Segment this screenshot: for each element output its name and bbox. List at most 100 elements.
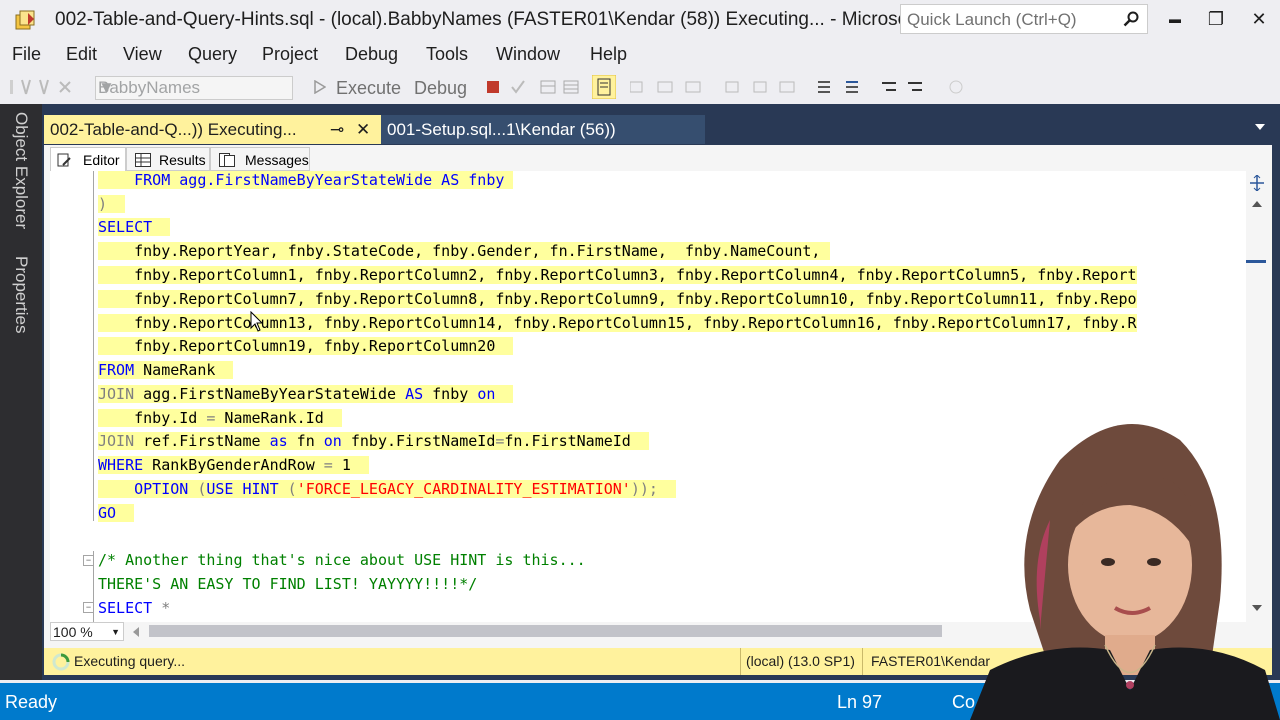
code-line-12: JOIN ref.FirstName as fn on fnby.FirstNa…	[98, 429, 649, 453]
code-line-8: fnby.ReportColumn19, fnby.ReportColumn20	[98, 334, 514, 358]
code-line-9: FROM NameRank	[98, 358, 234, 382]
code-token: )	[98, 195, 108, 213]
code-token: fnby.ReportColumn7, fnby.ReportColumn8, …	[134, 290, 1137, 308]
subtab-editor-label: Editor	[83, 152, 120, 168]
chevron-down-icon: ▼	[111, 627, 120, 637]
code-token: NameRank.Id	[215, 409, 324, 427]
subtab-results[interactable]: Results	[126, 147, 210, 171]
execute-button[interactable]: Execute	[336, 78, 401, 99]
menu-file[interactable]: File	[12, 44, 41, 65]
code-token: as	[269, 432, 288, 450]
zoom-value: 100 %	[53, 624, 93, 640]
database-select[interactable]: BabbyNames ▼	[95, 76, 293, 100]
code-token: fnby	[423, 385, 478, 403]
code-token: fnby.FirstNameId	[341, 432, 496, 450]
toolbar-formatting-icons	[630, 80, 963, 94]
toolbar-disabled-icons	[10, 79, 71, 95]
left-dock: Object Explorer Properties	[0, 104, 42, 680]
menu-debug[interactable]: Debug	[345, 44, 398, 65]
code-token: 1	[332, 456, 351, 474]
code-token: NameRank	[134, 361, 216, 379]
menu-window[interactable]: Window	[496, 44, 560, 65]
split-icon[interactable]	[1249, 175, 1265, 191]
messages-icon	[219, 153, 235, 167]
code-token: JOIN	[98, 432, 135, 450]
code-token: FROM	[98, 361, 135, 379]
code-token: fnby.ReportColumn1, fnby.ReportColumn2, …	[134, 266, 1137, 284]
code-line-1: FROM agg.FirstNameByYearStateWide AS fnb…	[98, 171, 514, 192]
debug-button[interactable]: Debug	[414, 78, 467, 99]
subtab-results-label: Results	[159, 152, 206, 168]
code-line-14: OPTION (USE HINT ('FORCE_LEGACY_CARDINAL…	[98, 477, 676, 501]
code-token: (	[188, 480, 207, 498]
menu-query[interactable]: Query	[188, 44, 237, 65]
subtab-messages-label: Messages	[245, 152, 309, 168]
menu-view[interactable]: View	[123, 44, 162, 65]
code-line-15: GO	[98, 501, 135, 525]
code-line-18: SELECT *	[98, 596, 170, 620]
code-token: SELECT	[98, 218, 153, 236]
scroll-left-icon[interactable]	[133, 627, 139, 637]
code-token: GO	[98, 504, 117, 522]
tab-setup[interactable]: 001-Setup.sql...1\Kendar (56))	[381, 115, 705, 144]
code-line-16: /* Another thing that's nice about USE H…	[98, 548, 586, 572]
subtab-messages[interactable]: Messages	[210, 147, 310, 171]
code-token: fnby.Id	[134, 409, 207, 427]
menu-help[interactable]: Help	[590, 44, 627, 65]
scroll-marker	[1246, 260, 1266, 263]
stop-icon[interactable]	[487, 81, 499, 93]
collapse-icon[interactable]: −	[83, 555, 94, 566]
tab-table-and-query-hints[interactable]: 002-Table-and-Q...)) Executing... ⊸ ✕	[44, 115, 384, 144]
tab-label: 001-Setup.sql...1\Kendar (56))	[387, 120, 616, 139]
status-line: Ln 97	[837, 692, 883, 712]
code-token: USE HINT	[206, 480, 279, 498]
scroll-up-icon[interactable]	[1252, 201, 1262, 207]
object-explorer-tab[interactable]: Object Explorer	[11, 112, 31, 229]
close-button[interactable]: ✕	[1242, 6, 1276, 32]
quick-launch-input[interactable]: Quick Launch (Ctrl+Q)	[900, 4, 1148, 34]
code-token: fnby.ReportColumn13, fnby.ReportColumn14…	[134, 314, 1137, 332]
horizontal-scroll-thumb[interactable]	[149, 625, 942, 637]
collapse-icon[interactable]: −	[83, 602, 94, 613]
code-line-5: fnby.ReportColumn1, fnby.ReportColumn2, …	[98, 263, 1137, 287]
code-line-11: fnby.Id = NameRank.Id	[98, 406, 342, 430]
code-token: =	[323, 456, 333, 474]
editor-icon	[57, 153, 71, 167]
window-title: 002-Table-and-Query-Hints.sql - (local).…	[55, 9, 925, 30]
presenter-video-overlay	[970, 424, 1280, 720]
code-line-13: WHERE RankByGenderAndRow = 1	[98, 453, 369, 477]
check-icon[interactable]	[510, 79, 526, 95]
chevron-down-icon: ▼	[98, 78, 115, 97]
menu-edit[interactable]: Edit	[66, 44, 97, 65]
code-token: ref.FirstName	[134, 432, 270, 450]
play-icon	[314, 80, 326, 94]
restore-button[interactable]: ❐	[1199, 6, 1233, 32]
zoom-select[interactable]: 100 % ▼	[50, 622, 124, 641]
menu-bar: File Edit View Query Project Debug Tools…	[0, 40, 1280, 70]
ssms-app-icon	[15, 10, 35, 30]
code-line-10: JOIN agg.FirstNameByYearStateWide AS fnb…	[98, 382, 514, 406]
code-line-6: fnby.ReportColumn7, fnby.ReportColumn8, …	[98, 287, 1137, 311]
code-token: (	[278, 480, 297, 498]
close-tab-icon[interactable]: ✕	[356, 115, 370, 144]
menu-tools[interactable]: Tools	[426, 44, 468, 65]
subtab-editor[interactable]: Editor	[50, 147, 126, 171]
minimize-button[interactable]: ▬	[1158, 6, 1192, 32]
divider	[740, 648, 741, 675]
code-token: fnby.ReportColumn19, fnby.ReportColumn20	[134, 337, 496, 355]
menu-project[interactable]: Project	[262, 44, 318, 65]
grid-icon	[135, 153, 151, 167]
tab-overflow-icon[interactable]	[1255, 124, 1265, 130]
code-token: JOIN	[98, 385, 135, 403]
search-icon	[1123, 11, 1139, 27]
code-comment: /* Another thing that's nice about USE H…	[98, 551, 586, 569]
pin-icon[interactable]: ⊸	[330, 115, 344, 144]
code-token: on	[323, 432, 342, 450]
spinner-icon	[52, 653, 70, 671]
results-to-file-icon[interactable]	[592, 75, 616, 99]
code-token: AS	[405, 385, 424, 403]
properties-tab[interactable]: Properties	[11, 256, 31, 333]
query-status-text: Executing query...	[74, 653, 186, 669]
tab-label: 002-Table-and-Q...)) Executing...	[50, 120, 297, 139]
code-token: agg.FirstNameByYearStateWide	[134, 385, 406, 403]
